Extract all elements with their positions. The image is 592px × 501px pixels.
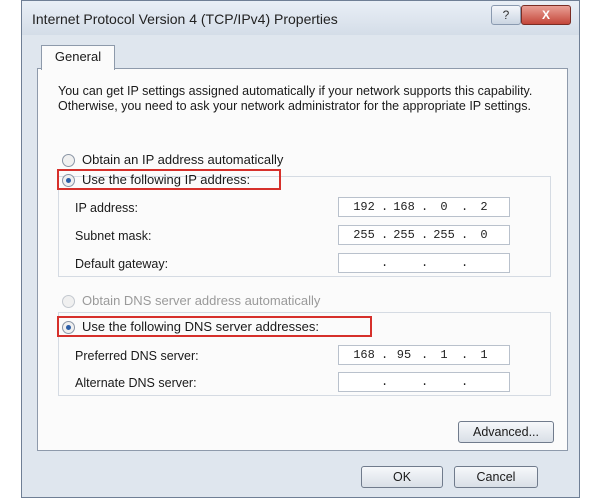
alternate-dns-input[interactable]: . . .	[338, 372, 510, 392]
default-gateway-input[interactable]: . . .	[338, 253, 510, 273]
tab-general[interactable]: General	[41, 45, 115, 70]
window-title: Internet Protocol Version 4 (TCP/IPv4) P…	[32, 11, 338, 27]
obtain-dns-auto-radio[interactable]	[62, 294, 75, 308]
intro-text: You can get IP settings assigned automat…	[58, 84, 533, 113]
obtain-ip-auto-option[interactable]: Obtain an IP address automatically	[62, 152, 283, 168]
use-ip-manual-radio[interactable]	[62, 173, 75, 187]
obtain-dns-auto-option[interactable]: Obtain DNS server address automatically	[62, 293, 320, 309]
obtain-ip-auto-radio[interactable]	[62, 153, 75, 167]
obtain-dns-auto-label: Obtain DNS server address automatically	[82, 293, 321, 308]
default-gateway-label: Default gateway:	[75, 257, 169, 271]
advanced-button[interactable]: Advanced...	[458, 421, 554, 443]
general-panel: You can get IP settings assigned automat…	[37, 68, 568, 451]
subnet-mask-input[interactable]: 255. 255. 255. 0	[338, 225, 510, 245]
ip-address-label: IP address:	[75, 201, 139, 215]
use-ip-manual-option[interactable]: Use the following IP address:	[62, 172, 250, 188]
obtain-ip-auto-label: Obtain an IP address automatically	[82, 152, 284, 167]
use-ip-manual-label: Use the following IP address:	[82, 172, 251, 187]
use-dns-manual-option[interactable]: Use the following DNS server addresses:	[62, 319, 319, 335]
alternate-dns-label: Alternate DNS server:	[75, 376, 197, 390]
subnet-mask-label: Subnet mask:	[75, 229, 152, 243]
cancel-button[interactable]: Cancel	[454, 466, 538, 488]
preferred-dns-input[interactable]: 168. 95. 1. 1	[338, 345, 510, 365]
use-dns-manual-label: Use the following DNS server addresses:	[82, 319, 319, 334]
ip-address-input[interactable]: 192. 168. 0. 2	[338, 197, 510, 217]
dialog-window: Internet Protocol Version 4 (TCP/IPv4) P…	[21, 0, 580, 498]
use-dns-manual-radio[interactable]	[62, 320, 75, 334]
preferred-dns-label: Preferred DNS server:	[75, 349, 199, 363]
ok-button[interactable]: OK	[361, 466, 443, 488]
help-button[interactable]: ?	[491, 5, 521, 25]
title-bar[interactable]: Internet Protocol Version 4 (TCP/IPv4) P…	[22, 1, 579, 35]
close-button[interactable]: X	[521, 5, 571, 25]
